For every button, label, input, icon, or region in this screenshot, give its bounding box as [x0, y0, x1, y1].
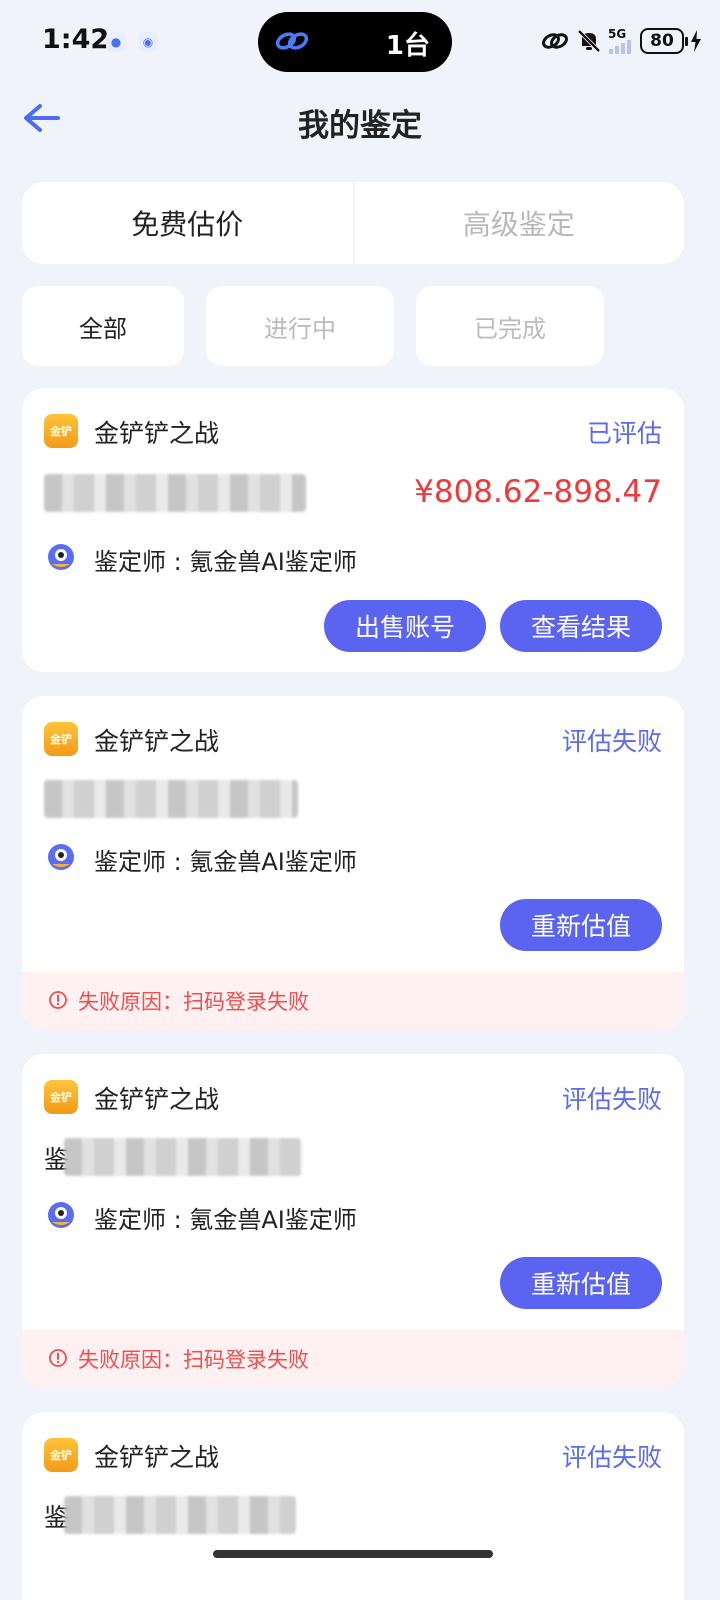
game-name: 金铲铲之战	[94, 727, 220, 756]
network-type: 5G	[608, 27, 627, 41]
link-status-icon	[542, 33, 568, 49]
chat-notification-icon: ◉	[138, 32, 158, 52]
filter-completed[interactable]: 已完成	[416, 286, 604, 366]
warning-icon	[49, 1349, 67, 1367]
account-name-blurred	[44, 780, 298, 818]
game-icon: 金铲	[44, 1080, 78, 1114]
appraiser-label: 鉴定师 : 氪金兽AI鉴定师	[94, 1206, 357, 1234]
tab-advanced-appraisal[interactable]: 高级鉴定	[354, 182, 685, 264]
signal-icon	[609, 40, 631, 54]
fail-reason: 失败原因：扫码登录失败	[78, 1348, 309, 1372]
status-label: 评估失败	[561, 727, 662, 756]
filter-in-progress[interactable]: 进行中	[206, 286, 394, 366]
fail-reason-bar: 失败原因：扫码登录失败	[22, 972, 684, 1030]
fail-reason: 失败原因：扫码登录失败	[78, 990, 309, 1014]
game-icon: 金铲	[44, 414, 78, 448]
status-bar: 1:42 ● ◉ 1台 5G 80	[0, 0, 720, 84]
game-name: 金铲铲之战	[94, 1443, 220, 1472]
account-name-blurred	[64, 1138, 302, 1176]
appraiser-avatar-icon	[48, 544, 74, 570]
main-tabs: 免费估价 高级鉴定	[22, 182, 684, 264]
signal-group: 5G	[608, 28, 634, 54]
fail-reason-bar: 失败原因：扫码登录失败	[22, 1330, 684, 1388]
link-icon	[275, 32, 309, 50]
sell-account-button[interactable]: 出售账号	[324, 600, 486, 652]
home-indicator[interactable]	[213, 1550, 493, 1558]
tab-free-estimate[interactable]: 免费估价	[22, 182, 353, 264]
status-icons: 5G 80	[540, 24, 702, 58]
revalue-button[interactable]: 重新估值	[500, 1257, 662, 1309]
appraisal-card[interactable]: 金铲 金铲铲之战 评估失败 鉴 鉴定师 : 氪金兽AI鉴定师 重新估值 失败原因…	[22, 1054, 684, 1388]
appraisal-card[interactable]: 金铲 金铲铲之战 已评估 ¥808.62-898.47 鉴定师 : 氪金兽AI鉴…	[22, 388, 684, 672]
app-notification-icon: ●	[106, 32, 126, 52]
view-result-button[interactable]: 查看结果	[500, 600, 662, 652]
account-name-blurred	[64, 1496, 296, 1534]
island-text: 1台	[385, 31, 430, 61]
status-label: 已评估	[586, 419, 662, 448]
game-name: 金铲铲之战	[94, 419, 220, 448]
appraiser-label: 鉴定师 : 氪金兽AI鉴定师	[94, 548, 357, 576]
appraiser-avatar-icon	[48, 1202, 74, 1228]
price-range: ¥808.62-898.47	[414, 474, 662, 510]
game-icon: 金铲	[44, 1438, 78, 1472]
status-label: 评估失败	[561, 1085, 662, 1114]
appraiser-avatar-icon	[48, 844, 74, 870]
battery-icon: 80	[640, 28, 688, 54]
game-name: 金铲铲之战	[94, 1085, 220, 1114]
charging-icon	[691, 30, 701, 52]
filter-all[interactable]: 全部	[22, 286, 184, 366]
warning-icon	[49, 991, 67, 1009]
page-title: 我的鉴定	[298, 108, 422, 144]
header: 我的鉴定	[0, 84, 720, 168]
revalue-button[interactable]: 重新估值	[500, 899, 662, 951]
account-name-blurred	[44, 474, 306, 512]
filter-row: 全部 进行中 已完成	[22, 286, 684, 366]
game-icon: 金铲	[44, 722, 78, 756]
status-label: 评估失败	[561, 1443, 662, 1472]
bell-muted-icon	[577, 29, 601, 53]
appraiser-label: 鉴定师 : 氪金兽AI鉴定师	[94, 848, 357, 876]
appraisal-card[interactable]: 金铲 金铲铲之战 评估失败 鉴	[22, 1412, 684, 1600]
dynamic-island[interactable]: 1台	[258, 12, 452, 72]
appraisal-card[interactable]: 金铲 金铲铲之战 评估失败 鉴定师 : 氪金兽AI鉴定师 重新估值 失败原因：扫…	[22, 696, 684, 1030]
status-time: 1:42	[42, 24, 110, 55]
